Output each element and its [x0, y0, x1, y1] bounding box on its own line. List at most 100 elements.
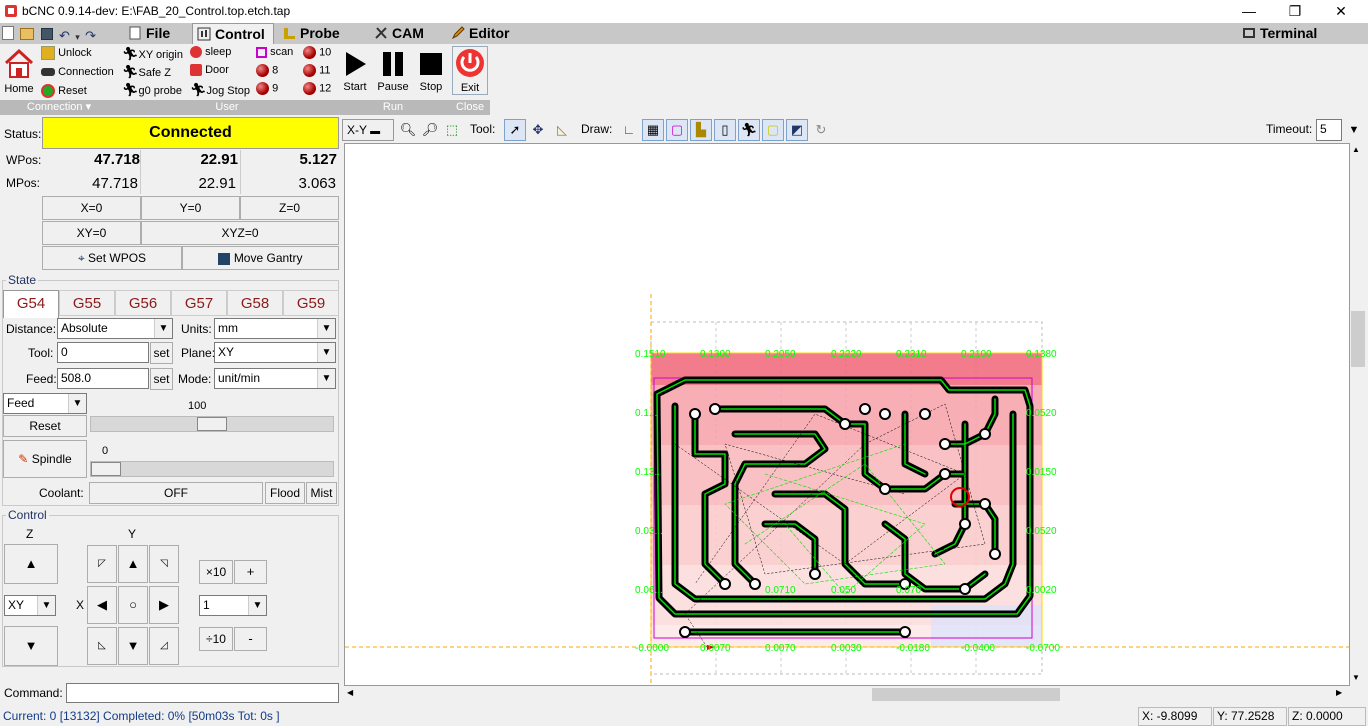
- command-input[interactable]: [66, 683, 339, 703]
- redo-icon[interactable]: ↷: [85, 28, 96, 44]
- timeout-dropdown-button[interactable]: ▼: [1344, 119, 1364, 141]
- user-button-8[interactable]: 8: [256, 64, 278, 77]
- units-select[interactable]: mm ▼: [214, 318, 336, 339]
- sleep-button[interactable]: sleep: [190, 46, 231, 59]
- tab-g59[interactable]: G59: [283, 290, 339, 316]
- spindle-slider-thumb[interactable]: [91, 462, 121, 476]
- save-icon[interactable]: [40, 28, 53, 40]
- jog-y-minus-button[interactable]: ▼: [118, 627, 148, 665]
- open-folder-icon[interactable]: [20, 28, 35, 40]
- jog-y-plus-button[interactable]: ▲: [118, 545, 148, 583]
- step-minus-button[interactable]: -: [234, 627, 267, 651]
- jog-down-left-button[interactable]: ◺: [87, 627, 117, 665]
- zoom-out-button[interactable]: 🔎︎: [419, 119, 441, 141]
- coolant-off-button[interactable]: OFF: [89, 482, 263, 504]
- scroll-left-icon[interactable]: ◀: [347, 688, 353, 697]
- user-button-9[interactable]: 9: [256, 82, 278, 95]
- jog-up-left-button[interactable]: ◸: [87, 545, 117, 583]
- override-slider[interactable]: [90, 416, 334, 432]
- start-button[interactable]: Start: [340, 50, 370, 93]
- connection-group-label[interactable]: Connection ▾: [0, 100, 118, 115]
- jog-home-button[interactable]: ○: [118, 586, 148, 624]
- tab-g56[interactable]: G56: [115, 290, 171, 316]
- xyz-zero-button[interactable]: XYZ=0: [141, 221, 339, 245]
- tab-g57[interactable]: G57: [171, 290, 227, 316]
- tab-terminal[interactable]: Terminal: [1238, 23, 1338, 44]
- jog-x-minus-button[interactable]: ◀: [87, 586, 117, 624]
- redraw-button[interactable]: ↻: [810, 119, 832, 141]
- jog-x-plus-button[interactable]: ▶: [149, 586, 179, 624]
- zoom-fit-button[interactable]: ⬚: [441, 119, 463, 141]
- minimize-button[interactable]: —: [1226, 0, 1272, 23]
- feed-set-button[interactable]: set: [150, 368, 173, 390]
- jog-z-down-button[interactable]: ▼: [4, 626, 58, 666]
- draw-workarea-button[interactable]: ▯: [714, 119, 736, 141]
- user-button-10[interactable]: 10: [303, 46, 331, 59]
- user-button-11[interactable]: 11: [303, 64, 330, 77]
- unlock-button[interactable]: Unlock: [41, 46, 92, 60]
- step-times10-button[interactable]: ×10: [199, 560, 233, 584]
- xy-zero-button[interactable]: XY=0: [42, 221, 141, 245]
- xy-origin-button[interactable]: 🏃︎XY origin: [122, 46, 183, 62]
- g0-probe-button[interactable]: 🏃︎g0 probe: [122, 82, 182, 98]
- safe-z-button[interactable]: 🏃︎Safe Z: [122, 64, 171, 80]
- step-size-select[interactable]: 1 ▼: [199, 595, 267, 616]
- undo-dropdown-icon[interactable]: ▾: [75, 32, 80, 43]
- jog-plane-select[interactable]: XY ▼: [4, 595, 56, 616]
- new-file-icon[interactable]: [2, 26, 14, 40]
- override-slider-thumb[interactable]: [197, 417, 227, 431]
- ruler-tool-button[interactable]: ◺: [551, 119, 573, 141]
- gcode-canvas[interactable]: 0.1510 0.1300 0.2050 0.2220 0.2310 0.210…: [344, 143, 1350, 686]
- door-button[interactable]: Door: [190, 64, 229, 77]
- pause-button[interactable]: Pause: [376, 50, 410, 93]
- jog-z-up-button[interactable]: ▲: [4, 544, 58, 584]
- close-window-button[interactable]: ✕: [1318, 0, 1364, 23]
- mist-button[interactable]: Mist: [306, 482, 337, 504]
- scroll-right-icon[interactable]: ▶: [1336, 688, 1342, 697]
- draw-margin-button[interactable]: ▢: [666, 119, 688, 141]
- step-div10-button[interactable]: ÷10: [199, 627, 233, 651]
- reset-button[interactable]: Reset: [41, 84, 87, 98]
- step-plus-button[interactable]: +: [234, 560, 267, 584]
- tab-control[interactable]: Control: [192, 23, 274, 44]
- jog-down-right-button[interactable]: ◿: [149, 627, 179, 665]
- tab-editor[interactable]: Editor: [447, 23, 537, 44]
- horizontal-scroll-thumb[interactable]: [872, 688, 1060, 701]
- tab-g54[interactable]: G54: [3, 290, 59, 318]
- set-wpos-button[interactable]: ⌖ Set WPOS: [42, 246, 182, 270]
- draw-axes-button[interactable]: ∟: [618, 119, 640, 141]
- scroll-down-icon[interactable]: ▼: [1352, 673, 1360, 682]
- spindle-slider[interactable]: [90, 461, 334, 477]
- draw-camera-button[interactable]: ◩: [786, 119, 808, 141]
- exit-button[interactable]: Exit: [452, 46, 488, 95]
- user-button-12[interactable]: 12: [303, 82, 331, 95]
- connection-button[interactable]: Connection: [41, 66, 114, 78]
- override-select[interactable]: Feed ▼: [3, 393, 87, 414]
- tab-g58[interactable]: G58: [227, 290, 283, 316]
- tab-file[interactable]: File: [124, 23, 192, 44]
- feed-input[interactable]: 508.0: [57, 368, 149, 389]
- tab-probe[interactable]: Probe: [278, 23, 364, 44]
- draw-paths-button[interactable]: ▢: [762, 119, 784, 141]
- distance-select[interactable]: Absolute ▼: [57, 318, 173, 339]
- mode-select[interactable]: unit/min ▼: [214, 368, 336, 389]
- view-select[interactable]: X-Y ▬: [342, 119, 394, 141]
- timeout-input[interactable]: 5: [1316, 119, 1342, 141]
- draw-grid-button[interactable]: ▦: [642, 119, 664, 141]
- z-zero-button[interactable]: Z=0: [240, 196, 339, 220]
- zoom-in-button[interactable]: 🔍︎: [397, 119, 419, 141]
- scan-button[interactable]: scan: [256, 46, 293, 58]
- tool-input[interactable]: 0: [57, 342, 149, 363]
- x-zero-button[interactable]: X=0: [42, 196, 141, 220]
- override-reset-button[interactable]: Reset: [3, 415, 87, 437]
- draw-rapid-button[interactable]: 🏃︎: [738, 119, 760, 141]
- jog-up-right-button[interactable]: ◹: [149, 545, 179, 583]
- undo-icon[interactable]: ↶: [59, 28, 70, 44]
- restore-button[interactable]: ❐: [1272, 0, 1318, 23]
- tool-set-button[interactable]: set: [150, 342, 173, 364]
- vertical-scroll-thumb[interactable]: [1351, 311, 1365, 367]
- home-button[interactable]: Home: [3, 48, 35, 95]
- y-zero-button[interactable]: Y=0: [141, 196, 240, 220]
- stop-button[interactable]: Stop: [416, 50, 446, 93]
- move-gantry-button[interactable]: Move Gantry: [182, 246, 339, 270]
